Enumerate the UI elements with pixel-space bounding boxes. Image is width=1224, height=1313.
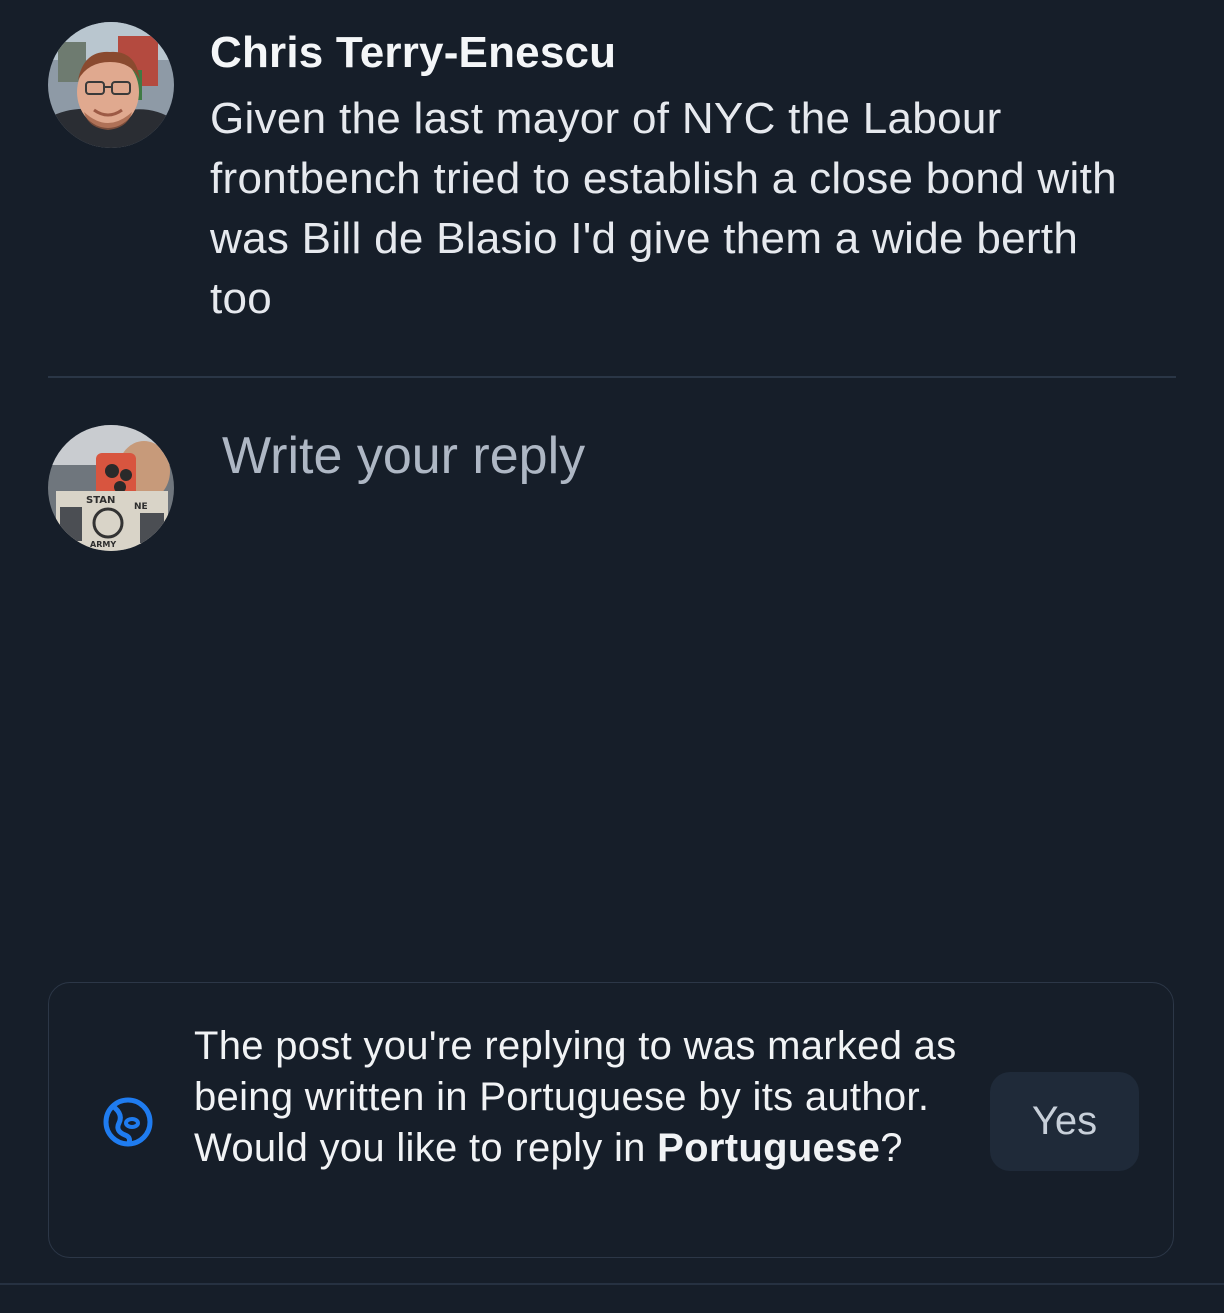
author-name[interactable]: Chris Terry-Enescu [210, 26, 1140, 80]
divider [48, 376, 1176, 378]
user-avatar: STAN ARMY NE [48, 425, 174, 551]
yes-button[interactable]: Yes [990, 1072, 1139, 1171]
post-text: Given the last mayor of NYC the Labour f… [210, 94, 1117, 323]
svg-text:NE: NE [134, 502, 148, 512]
svg-text:ARMY: ARMY [90, 540, 116, 549]
language-suggestion-card: The post you're replying to was marked a… [48, 982, 1174, 1258]
author-avatar-image [48, 22, 174, 148]
user-avatar-image: STAN ARMY NE [48, 425, 174, 551]
reply-input[interactable] [222, 420, 1172, 960]
language-name: Portuguese [657, 1126, 881, 1170]
language-globe-icon [101, 1095, 155, 1149]
bottom-divider [0, 1283, 1224, 1285]
language-message: The post you're replying to was marked a… [194, 1021, 964, 1174]
language-message-end: ? [880, 1126, 903, 1170]
svg-text:STAN: STAN [86, 495, 115, 506]
author-avatar[interactable] [48, 22, 174, 148]
